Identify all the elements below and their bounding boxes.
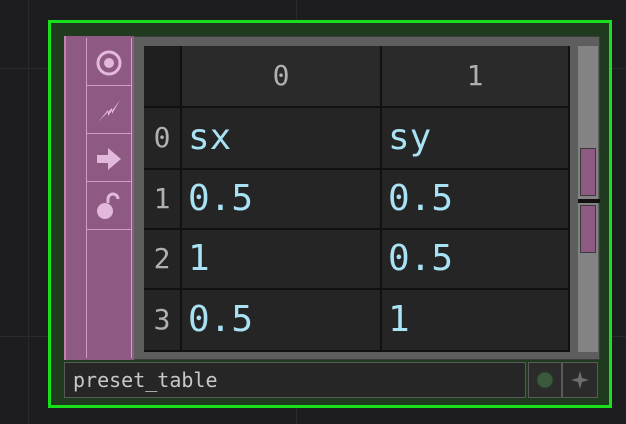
lock-flag-icon xyxy=(98,99,120,122)
pin-plus-icon xyxy=(571,371,589,389)
clone-flag-button[interactable] xyxy=(86,184,132,230)
display-arrow-icon xyxy=(97,147,121,170)
table-cell[interactable]: sx xyxy=(182,108,382,170)
row-header[interactable]: 1 xyxy=(144,170,182,230)
bypass-flag-button[interactable] xyxy=(86,40,132,86)
table-cell[interactable]: sy xyxy=(382,108,570,170)
row-header[interactable]: 2 xyxy=(144,230,182,290)
row-header[interactable]: 3 xyxy=(144,290,182,352)
node-name-field[interactable]: preset_table xyxy=(64,362,526,398)
viewer-active-dot-icon xyxy=(536,371,554,389)
display-flag-button[interactable] xyxy=(86,136,132,182)
table-cell[interactable]: 0.5 xyxy=(182,290,382,352)
scrollbar-divider xyxy=(578,199,600,203)
table-cell[interactable]: 1 xyxy=(382,290,570,352)
column-header[interactable]: 1 xyxy=(382,46,570,108)
column-header[interactable]: 0 xyxy=(182,46,382,108)
data-table[interactable]: 0 1 0 sx sy 1 0.5 0.5 2 1 0.5 3 0.5 1 xyxy=(144,46,570,352)
table-corner-cell xyxy=(144,46,182,108)
table-cell[interactable]: 1 xyxy=(182,230,382,290)
row-header[interactable]: 0 xyxy=(144,108,182,170)
scrollbar-thumb-lower[interactable] xyxy=(580,205,596,253)
background-grid-line xyxy=(28,0,29,424)
bypass-icon xyxy=(96,50,122,75)
table-cell[interactable]: 0.5 xyxy=(382,170,570,230)
scrollbar-thumb-upper[interactable] xyxy=(580,148,596,196)
pin-button[interactable] xyxy=(562,362,598,398)
table-cell[interactable]: 0.5 xyxy=(182,170,382,230)
lock-flag-button[interactable] xyxy=(86,88,132,134)
table-cell[interactable]: 0.5 xyxy=(382,230,570,290)
clone-lock-icon xyxy=(97,192,120,219)
viewer-toggle-button[interactable] xyxy=(528,362,562,398)
